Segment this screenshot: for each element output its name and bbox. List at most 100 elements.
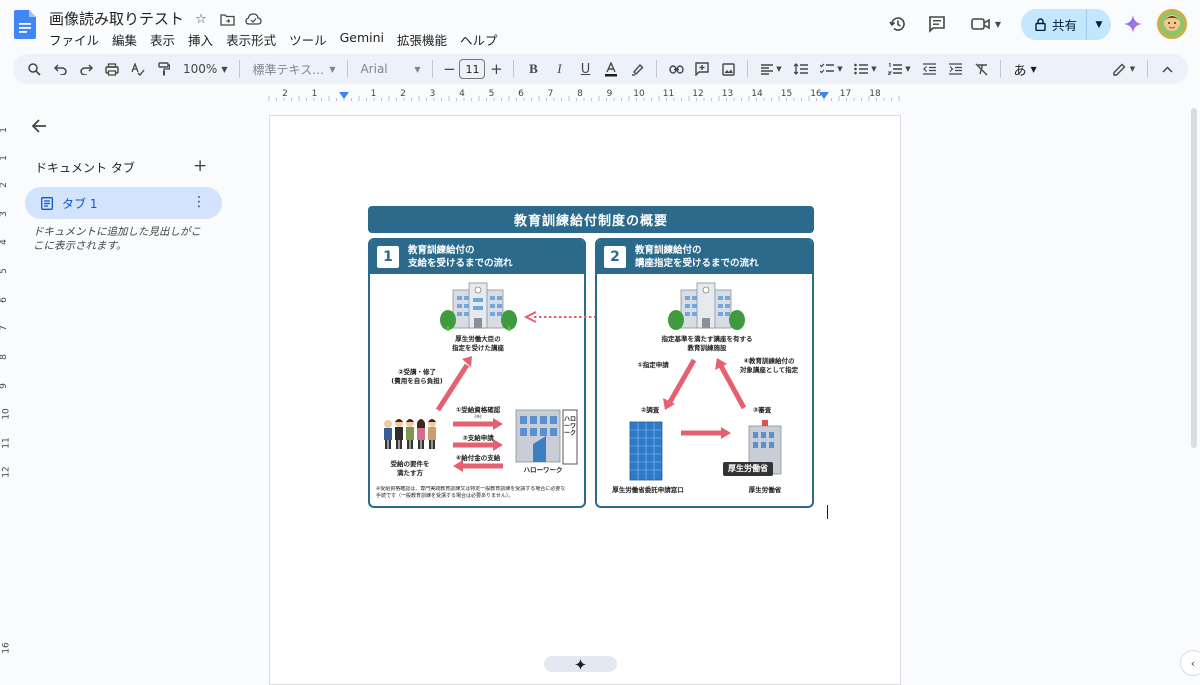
back-arrow-icon[interactable] [30,116,50,136]
panel-2-step-1: ①指定申請 [637,361,669,369]
vertical-ruler-number: 12 [1,466,12,478]
ruler-number: 1 [311,89,318,99]
horizontal-ruler[interactable]: 2 1 1 2 3 4 5 6 7 8 9 10 11 12 13 14 15 16 17 18 [268,88,902,102]
chevron-down-icon: ▼ [414,64,421,74]
numbered-list-icon[interactable]: ▼ [882,57,916,81]
figure-title: 教育訓練給付制度の概要 [368,206,814,233]
ruler-number: 15 [780,89,793,99]
toolbar-divider [347,60,349,78]
document-title[interactable]: 画像読み取りテスト [49,8,184,29]
line-spacing-icon[interactable] [788,57,814,81]
spellcheck-icon[interactable] [125,57,151,81]
menu-help[interactable]: ヘルプ [460,30,505,49]
panel-1-step-2-line1: ②受講・修了 [397,368,436,376]
menu-gemini[interactable]: Gemini [340,30,391,49]
menu-edit[interactable]: 編集 [112,30,144,49]
tab-label: タブ 1 [62,196,98,211]
insert-link-icon[interactable] [663,57,689,81]
move-folder-icon[interactable] [218,10,236,28]
italic-icon[interactable]: I [546,57,572,81]
input-mode-value: あ [1013,63,1027,79]
add-tab-icon[interactable]: + [193,156,207,176]
chevron-left-icon[interactable]: ‹ [1180,650,1200,676]
panel-1-top-label-line1: 厚生労働大臣の [455,335,501,343]
cloud-status-icon[interactable] [244,10,262,28]
embedded-figure-image[interactable]: 教育訓練給付制度の概要 1 教育訓練給付の 支給を受けるまでの流れ ハローワーク… [367,205,815,509]
menu-view[interactable]: 表示 [150,30,182,49]
increase-font-size-icon[interactable]: + [485,57,507,81]
paint-format-icon[interactable] [151,57,177,81]
school-building-icon [668,282,745,330]
version-history-icon[interactable] [884,10,912,38]
bulleted-list-icon[interactable]: ▼ [848,57,882,81]
docs-logo-icon[interactable] [14,10,36,39]
gemini-suggest-button[interactable] [544,656,617,672]
underline-icon[interactable]: U [572,57,598,81]
panel-1-person-label: 受給の要件を 満たす方 [380,460,440,477]
highlight-color-icon[interactable] [624,57,650,81]
menu-extensions[interactable]: 拡張機能 [397,30,454,49]
clear-formatting-icon[interactable] [968,57,994,81]
star-icon[interactable]: ☆ [192,10,210,28]
redo-icon[interactable] [73,57,99,81]
panel-2-step-2: ②調査 [640,406,660,414]
ruler-number: 13 [721,89,734,99]
panel-1-step-2-line2: (費用を自ら負担) [391,376,443,385]
zoom-select[interactable]: 100% ▼ [177,62,233,76]
text-color-icon[interactable] [598,57,624,81]
ruler-number: 10 [633,89,645,99]
print-icon[interactable] [99,57,125,81]
panel-1-step-3: ③支給申請 [462,434,494,442]
paragraph-style-select[interactable]: 標準テキス… ▼ [246,61,341,78]
bold-icon[interactable]: B [520,57,546,81]
panel-2-step-3: ③審査 [752,406,772,414]
menu-insert[interactable]: 挿入 [188,30,220,49]
ruler-number: 5 [488,89,495,99]
share-dropdown-icon[interactable]: ▼ [1087,20,1111,30]
account-avatar[interactable] [1157,9,1187,39]
toolbar-divider [1000,60,1002,78]
hello-work-sign: ハローワーク [563,416,576,437]
vertical-ruler-number: 7 [0,325,9,331]
font-select[interactable]: Arial ▼ [354,62,426,76]
panel-1-footnote-line2: 手続です（一般教育訓練を受講する場合は必要ありません）。 [376,493,514,499]
undo-icon[interactable] [47,57,73,81]
vertical-ruler[interactable]: 112345678910111216 [0,103,12,685]
add-comment-icon[interactable] [689,57,715,81]
decrease-indent-icon[interactable] [916,57,942,81]
chevron-down-icon: ▼ [329,64,336,74]
ruler-number: 11 [662,89,675,99]
comments-icon[interactable] [923,10,951,38]
ministry-sign: 厚生労働省 [728,464,768,473]
meet-icon[interactable]: ▼ [966,10,1006,38]
panel-1-office-label: ハローワーク [523,466,563,474]
scrollbar-thumb[interactable] [1191,108,1197,448]
paragraph-style-value: 標準テキス… [252,62,325,77]
panel-1-footnote-line1: ※受給資格確認は、専門実践教育訓練又は特定一般教育訓練を受講する場合に必要な [376,486,566,492]
chevron-down-icon: ▼ [221,64,228,74]
more-options-icon[interactable]: ⋮ [192,194,206,210]
share-button[interactable]: 共有 ▼ [1021,9,1111,40]
decrease-font-size-icon[interactable]: − [439,57,459,81]
menu-format[interactable]: 表示形式 [226,30,283,49]
left-indent-marker-icon[interactable] [339,92,349,100]
font-size-input[interactable]: 11 [459,59,486,79]
toolbar-divider [239,60,241,78]
editing-mode-icon[interactable]: ▼ [1107,57,1141,81]
checklist-icon[interactable]: ▼ [814,57,848,81]
gemini-icon[interactable] [1124,15,1142,33]
collapse-menus-icon[interactable] [1154,57,1180,81]
align-left-icon[interactable]: ▼ [754,57,788,81]
increase-indent-icon[interactable] [942,57,968,81]
menu-file[interactable]: ファイル [49,30,106,49]
right-indent-marker-icon[interactable] [819,92,829,100]
sidebar-item-tab-1[interactable]: タブ 1 ⋮ [25,187,222,219]
search-menus-icon[interactable] [21,57,47,81]
insert-image-icon[interactable] [715,57,741,81]
glass-office-building-icon [629,421,663,481]
panel-1-footnote: ※受給資格確認は、専門実践教育訓練又は特定一般教育訓練を受講する場合に必要な 手… [376,486,581,500]
menu-tools[interactable]: ツール [289,30,334,49]
zoom-value: 100% [183,62,218,76]
input-tools-select[interactable]: あ ▼ [1007,60,1042,79]
panel-2-top-label-line2: 教育訓練施設 [687,343,727,352]
